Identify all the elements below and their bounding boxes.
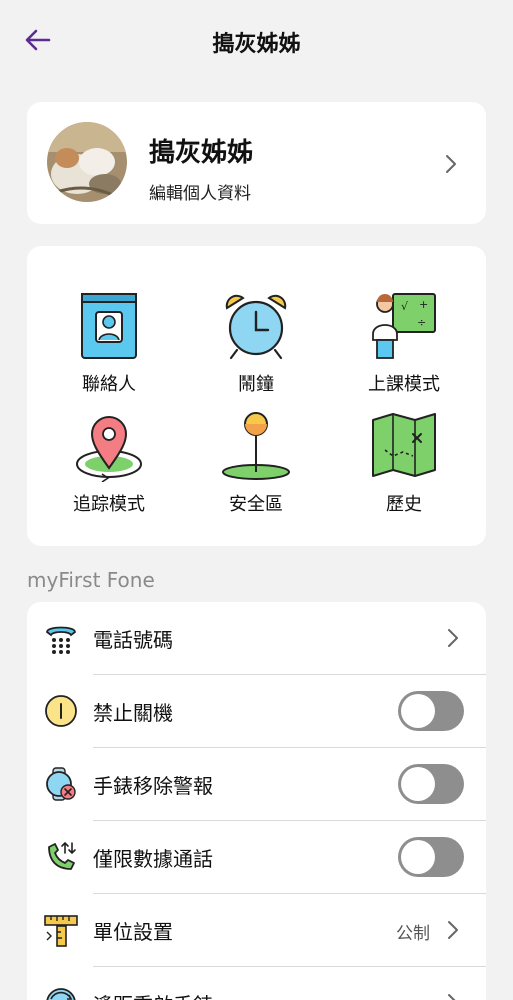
profile-name: 搗灰姊姊 (149, 138, 254, 168)
feature-tracking[interactable]: 追踪模式 (39, 246, 179, 515)
feature-safe-zone[interactable]: 安全區 (186, 246, 326, 515)
feature-history[interactable]: 歷史 (334, 246, 474, 515)
setting-label: 遙距重啟手錶 (93, 989, 213, 1000)
feature-grid: 聯絡人 鬧鐘 √ + ÷ 上課模式 追踪模式 安全區 歷史 (27, 246, 486, 546)
safe-zone-icon (221, 410, 291, 482)
feature-label: 聯絡人 (82, 374, 136, 395)
setting-value: 公制 (396, 924, 430, 944)
ruler-icon (43, 912, 79, 948)
feature-label: 鬧鐘 (238, 374, 274, 395)
tracking-pin-icon (74, 410, 144, 483)
setting-remote-restart[interactable]: 遙距重啟手錶 (27, 967, 486, 1000)
watch-alert-icon (43, 766, 79, 802)
setting-label: 手錶移除警報 (93, 774, 213, 798)
chevron-right-icon (444, 154, 458, 174)
setting-label: 單位設置 (93, 920, 173, 944)
prevent-shutdown-toggle[interactable] (398, 691, 464, 731)
feature-label: 追踪模式 (73, 494, 145, 515)
toggle-knob (401, 694, 435, 728)
page-title: 搗灰姊姊 (212, 32, 301, 57)
chevron-right-icon (446, 993, 460, 1000)
avatar (47, 122, 127, 202)
data-call-icon (43, 839, 79, 875)
power-icon (43, 693, 79, 729)
setting-label: 禁止關機 (93, 701, 173, 725)
restart-watch-icon (43, 985, 79, 1000)
chevron-right-icon (446, 920, 460, 940)
chevron-right-icon (446, 628, 460, 648)
top-bar: 搗灰姊姊 (0, 0, 513, 80)
history-map-icon (369, 410, 439, 482)
watch-removal-alert-toggle[interactable] (398, 764, 464, 804)
toggle-knob (401, 767, 435, 801)
setting-data-only-calls: 僅限數據通話 (27, 821, 486, 894)
feature-label: 安全區 (229, 494, 283, 515)
toggle-knob (401, 840, 435, 874)
setting-label: 電話號碼 (93, 628, 173, 652)
data-only-calls-toggle[interactable] (398, 837, 464, 877)
profile-card[interactable]: 搗灰姊姊 編輯個人資料 (27, 102, 486, 224)
setting-prevent-shutdown: 禁止關機 (27, 675, 486, 748)
edit-profile-link[interactable]: 編輯個人資料 (149, 179, 251, 204)
feature-label: 歷史 (386, 494, 422, 515)
settings-list: 電話號碼 禁止關機 手錶移除警報 僅限數據通話 單位設置 公制 (27, 602, 486, 1000)
phone-icon (43, 620, 79, 656)
section-title: myFirst Fone (27, 568, 155, 592)
setting-label: 僅限數據通話 (93, 847, 213, 871)
feature-label: 上課模式 (368, 374, 440, 395)
setting-watch-removal-alert: 手錶移除警報 (27, 748, 486, 821)
setting-units[interactable]: 單位設置 公制 (27, 894, 486, 967)
setting-phone-number[interactable]: 電話號碼 (27, 602, 486, 675)
